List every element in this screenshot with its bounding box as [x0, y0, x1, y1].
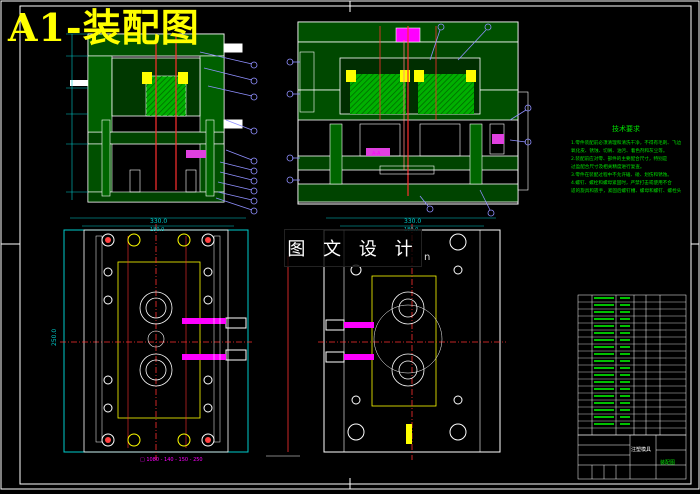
bom-cell-mark: [594, 367, 614, 369]
bom-cell-mark: [594, 297, 614, 299]
bom-cell-mark: [620, 318, 630, 320]
section-view-left: [70, 33, 243, 203]
bom-cell-mark: [594, 402, 614, 404]
bom-cell-mark: [594, 346, 614, 348]
dim-inner-left: 180.0: [150, 227, 164, 233]
bom-cell-mark: [620, 353, 630, 355]
bom-cell-mark: [594, 339, 614, 341]
section-label: A-A: [372, 151, 381, 157]
bom-cell-mark: [594, 332, 614, 334]
tech-req-line: 过盈配合尺寸及相关精度进行复查。: [571, 165, 645, 170]
dim-width-right: 330.0: [404, 218, 421, 225]
bom-cell-mark: [620, 402, 630, 404]
bom-cell-mark: [620, 423, 630, 425]
bom-cell-mark: [620, 416, 630, 418]
plan-view-left: [60, 217, 252, 460]
bom-cell-mark: [620, 304, 630, 306]
drawing-sheet: 330.0 180.0 330.0 180.0 250.0 A-A □ 1080…: [0, 0, 700, 490]
technical-requirements: 技术要求 1.零件装配前必须清理和清洗干净，不得有毛刺、飞边、 氧化皮、锈蚀、切…: [571, 124, 681, 196]
dim-height-left: 250.0: [51, 329, 58, 346]
bom-cell-mark: [594, 325, 614, 327]
title-block-sub: 装配图: [660, 460, 676, 466]
watermark-text: 图 文 设 计: [287, 239, 419, 260]
bom-cell-mark: [620, 395, 630, 397]
bom-cell-mark: [620, 367, 630, 369]
bom-cell-mark: [620, 332, 630, 334]
bom-cell-mark: [620, 297, 630, 299]
bom-cell-mark: [594, 311, 614, 313]
bom-cell-mark: [620, 311, 630, 313]
bom-cell-mark: [594, 318, 614, 320]
bom-cell-mark: [594, 381, 614, 383]
drawing-title: A1-装配图: [8, 5, 200, 50]
bom-cell-mark: [594, 360, 614, 362]
tech-req-line: 4.螺钉、螺栓和螺母紧固时，严禁打击或使用不合: [571, 181, 672, 186]
bom-cell-mark: [620, 409, 630, 411]
dim-width-left: 330.0: [150, 218, 167, 225]
title-block-name: 注塑模具: [631, 447, 652, 453]
bom-cell-mark: [620, 388, 630, 390]
watermark-banner: 图 文 设 计: [284, 229, 422, 267]
bom-cell-mark: [620, 381, 630, 383]
bom-cell-mark: [594, 416, 614, 418]
bom-cell-mark: [594, 423, 614, 425]
bom-cell-mark: [620, 374, 630, 376]
title-block: [577, 434, 687, 480]
tech-req-line: 适的旋具和扳手，紧固后螺钉槽、螺母和螺钉、螺栓头部不得损坏。: [571, 189, 681, 194]
bom-cell-mark: [620, 346, 630, 348]
bom-cell-mark: [620, 325, 630, 327]
tech-req-line: 3.零件在装配过程中不允许磕、碰、划伤和锈蚀。: [571, 173, 672, 178]
bom-cell-mark: [594, 374, 614, 376]
tech-requirements-title: 技术要求: [612, 125, 640, 133]
bom-rows: [578, 297, 686, 429]
bom-cell-mark: [620, 339, 630, 341]
bom-cell-mark: [594, 409, 614, 411]
bom-cell-mark: [594, 395, 614, 397]
bom-cell-mark: [594, 353, 614, 355]
tech-req-line: 2.装配前应对零、部件的主要配合尺寸，特别是: [571, 157, 668, 162]
section-view-right: [297, 21, 529, 205]
tech-req-line: 氧化皮、锈蚀、切屑、油污、着色剂和灰尘等。: [571, 149, 668, 154]
dimensions-left-side: [66, 33, 88, 200]
bom-cell-mark: [594, 388, 614, 390]
bom-cell-mark: [594, 304, 614, 306]
watermark-tail: n: [424, 252, 431, 263]
bottom-caption: □ 1080 - 140 - 150 - 250: [140, 457, 203, 463]
tech-req-line: 1.零件装配前必须清理和清洗干净，不得有毛刺、飞边、: [571, 141, 681, 146]
bom-cell-mark: [620, 360, 630, 362]
